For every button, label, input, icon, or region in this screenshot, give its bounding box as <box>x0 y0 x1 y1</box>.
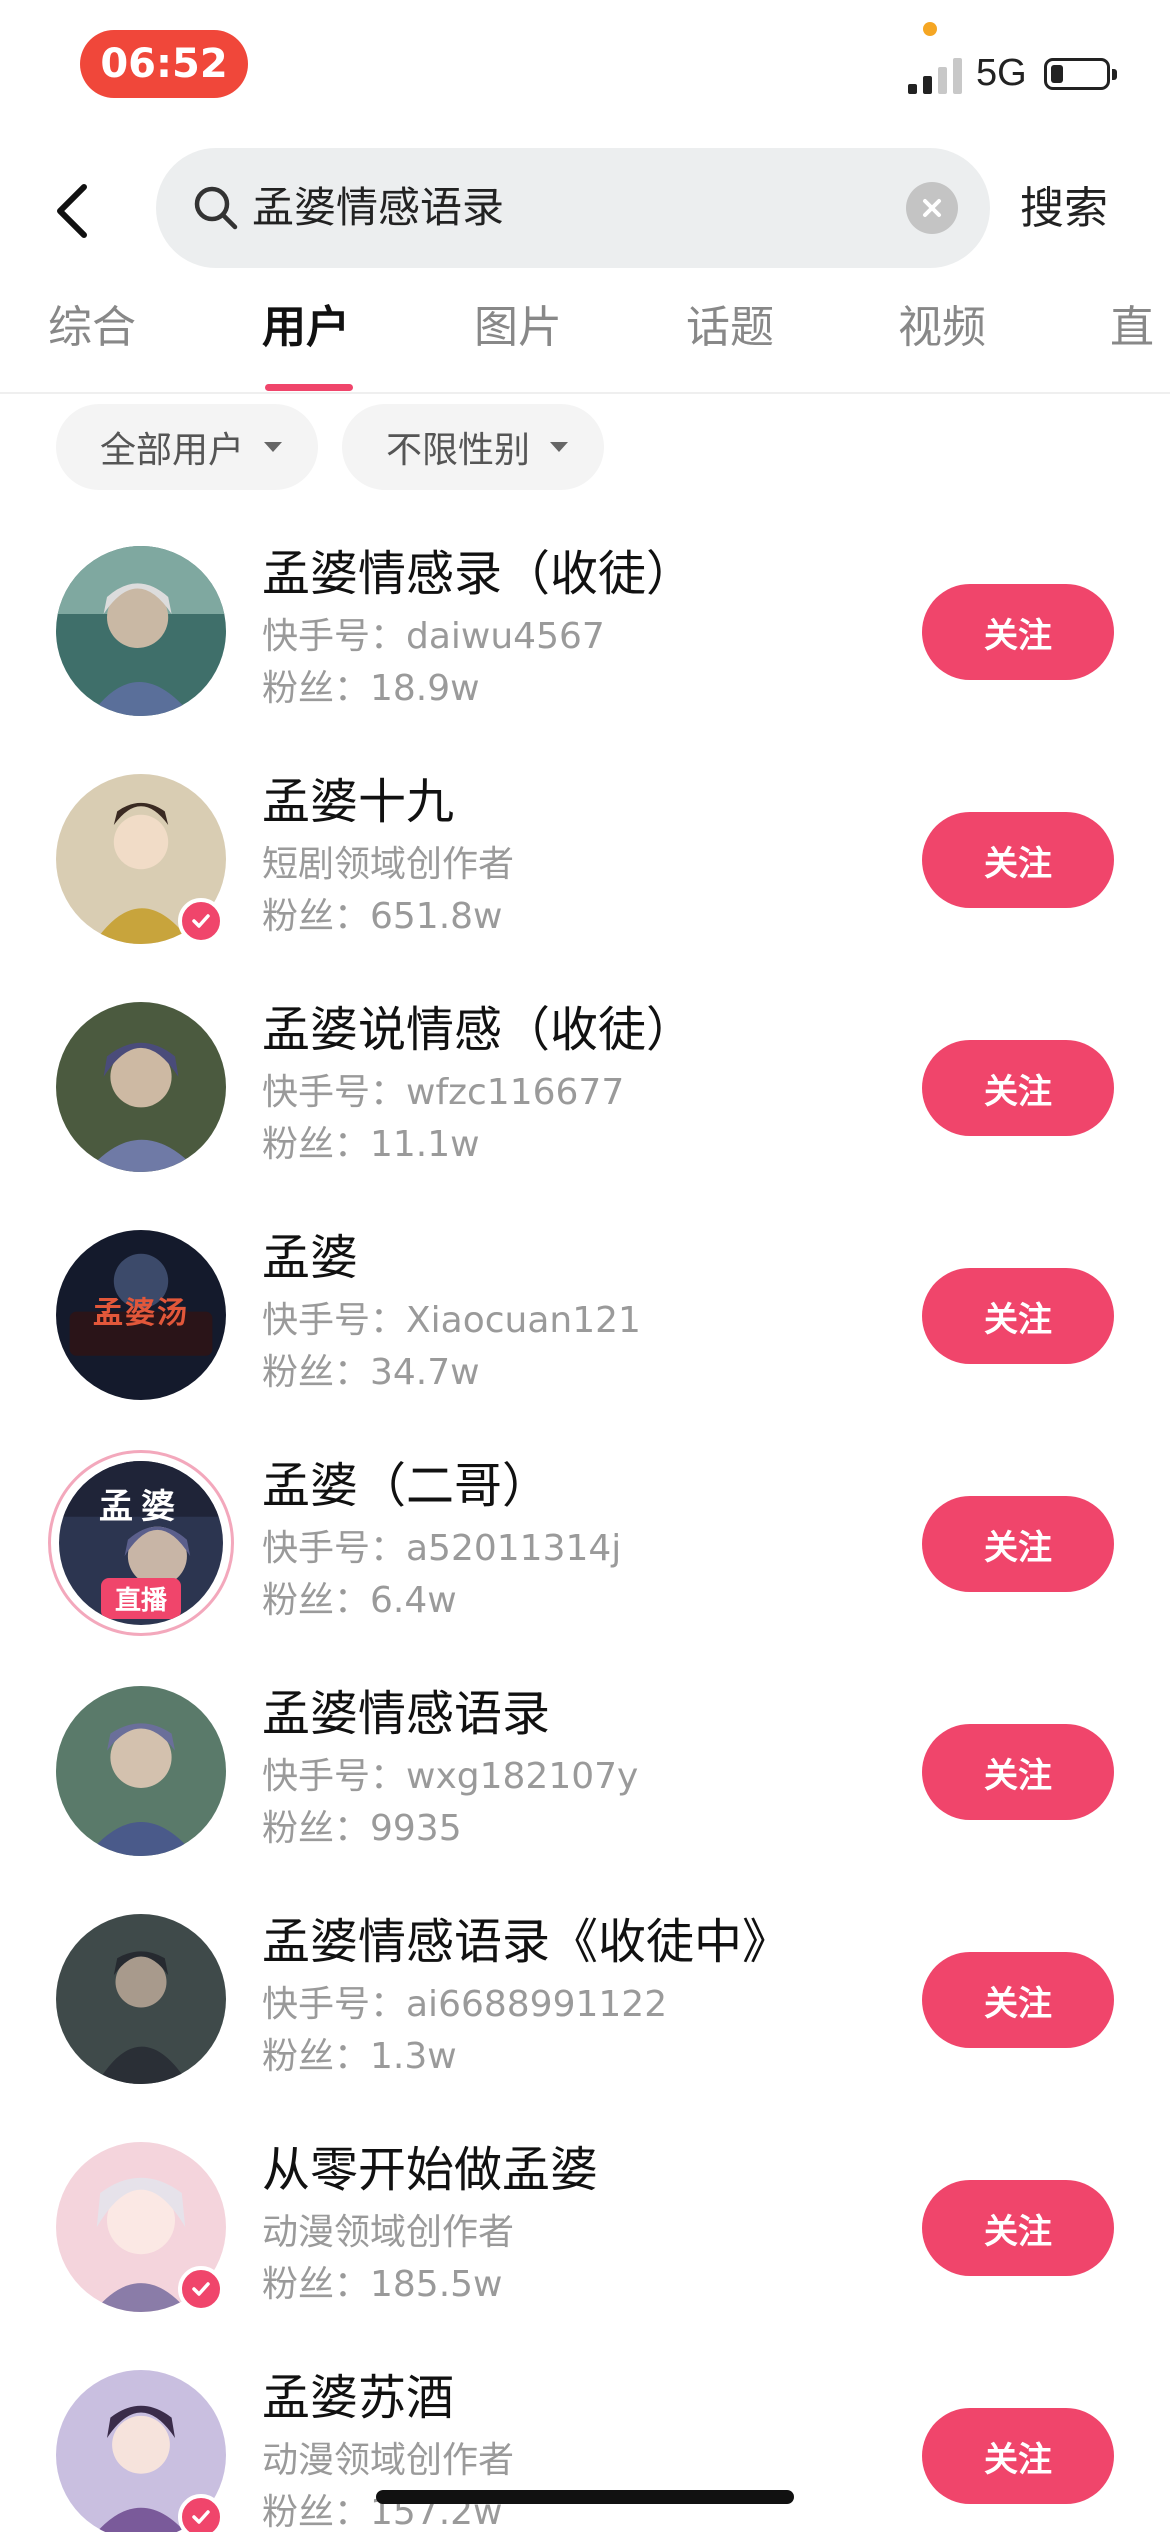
user-id: 快手号：a52011314j <box>262 1528 622 1569</box>
search-icon <box>194 186 238 230</box>
user-category: 动漫领域创作者 <box>262 2440 515 2481</box>
tab-comprehensive[interactable]: 综合 <box>48 298 136 358</box>
avatar[interactable] <box>56 1002 226 1172</box>
avatar-text: 孟婆汤 <box>93 1296 189 1331</box>
camera-indicator-icon <box>923 22 937 36</box>
verified-icon <box>178 2494 224 2532</box>
tab-images[interactable]: 图片 <box>474 298 562 358</box>
verified-icon <box>178 2266 224 2312</box>
fan-count: 粉丝：34.7w <box>262 1352 480 1393</box>
tab-users[interactable]: 用户 <box>262 298 350 358</box>
live-badge: 直播 <box>100 1578 182 1619</box>
status-bar: 06:52 5G <box>0 0 1170 130</box>
tab-live[interactable]: 直 <box>1110 298 1154 358</box>
avatar-image <box>56 546 226 716</box>
search-button[interactable]: 搜索 <box>1020 174 1108 244</box>
caret-down-icon <box>550 442 568 452</box>
user-name[interactable]: 孟婆情感语录《收徒中》 <box>262 1910 790 1974</box>
caret-down-icon <box>264 442 282 452</box>
user-id: 快手号：Xiaocuan121 <box>262 1300 641 1341</box>
clear-button[interactable] <box>906 182 958 234</box>
follow-button[interactable]: 关注 <box>922 1496 1114 1592</box>
avatar[interactable]: 孟婆 直播 <box>48 1450 234 1636</box>
user-row[interactable]: 孟婆 直播 孟婆（二哥） 快手号：a52011314j 粉丝：6.4w 关注 <box>0 1444 1170 1672</box>
result-tabs: 综合 用户 图片 话题 视频 直 <box>0 290 1170 394</box>
back-button[interactable] <box>42 176 102 246</box>
filter-bar: 全部用户 不限性别 <box>0 404 1170 490</box>
follow-button[interactable]: 关注 <box>922 812 1114 908</box>
tab-videos[interactable]: 视频 <box>898 298 986 358</box>
user-name[interactable]: 孟婆 <box>262 1226 358 1290</box>
search-query[interactable]: 孟婆情感语录 <box>252 178 504 238</box>
tab-topics[interactable]: 话题 <box>686 298 774 358</box>
filter-gender-label: 不限性别 <box>386 430 531 471</box>
user-id: 快手号：wfzc116677 <box>262 1072 625 1113</box>
clear-icon <box>923 199 941 217</box>
user-name[interactable]: 孟婆说情感（收徒） <box>262 998 694 1062</box>
fan-count: 粉丝：9935 <box>262 1808 462 1849</box>
user-row[interactable]: 孟婆说情感（收徒） 快手号：wfzc116677 粉丝：11.1w 关注 <box>0 988 1170 1216</box>
user-row[interactable]: 从零开始做孟婆 动漫领域创作者 粉丝：185.5w 关注 <box>0 2128 1170 2356</box>
network-label: 5G <box>976 52 1027 94</box>
user-name[interactable]: 孟婆苏酒 <box>262 2366 454 2430</box>
user-name[interactable]: 孟婆情感录（收徒） <box>262 542 694 606</box>
user-name[interactable]: 从零开始做孟婆 <box>262 2138 598 2202</box>
avatar-image <box>56 1914 226 2084</box>
user-category: 动漫领域创作者 <box>262 2212 515 2253</box>
home-indicator[interactable] <box>376 2490 794 2504</box>
user-id: 快手号：daiwu4567 <box>262 616 605 657</box>
user-name[interactable]: 孟婆情感语录 <box>262 1682 550 1746</box>
fan-count: 粉丝：18.9w <box>262 668 480 709</box>
follow-button[interactable]: 关注 <box>922 584 1114 680</box>
filter-gender[interactable]: 不限性别 <box>342 404 604 490</box>
follow-button[interactable]: 关注 <box>922 1268 1114 1364</box>
user-name[interactable]: 孟婆十九 <box>262 770 454 834</box>
signal-icon <box>908 56 962 94</box>
battery-icon <box>1044 58 1117 90</box>
user-row[interactable]: 孟婆情感录（收徒） 快手号：daiwu4567 粉丝：18.9w 关注 <box>0 532 1170 760</box>
fan-count: 粉丝：11.1w <box>262 1124 480 1165</box>
follow-button[interactable]: 关注 <box>922 1724 1114 1820</box>
user-id: 快手号：ai6688991122 <box>262 1984 668 2025</box>
status-time: 06:52 <box>80 30 248 98</box>
avatar[interactable] <box>56 546 226 716</box>
verified-icon <box>178 898 224 944</box>
fan-count: 粉丝：1.3w <box>262 2036 457 2077</box>
user-row[interactable]: 孟婆汤 孟婆 快手号：Xiaocuan121 粉丝：34.7w 关注 <box>0 1216 1170 1444</box>
fan-count: 粉丝：185.5w <box>262 2264 503 2305</box>
fan-count: 粉丝：6.4w <box>262 1580 457 1621</box>
search-input[interactable]: 孟婆情感语录 <box>156 148 990 268</box>
follow-button[interactable]: 关注 <box>922 2180 1114 2276</box>
user-row[interactable]: 孟婆情感语录《收徒中》 快手号：ai6688991122 粉丝：1.3w 关注 <box>0 1900 1170 2128</box>
user-name[interactable]: 孟婆（二哥） <box>262 1454 550 1518</box>
avatar-image <box>56 1002 226 1172</box>
user-id: 快手号：wxg182107y <box>262 1756 639 1797</box>
user-row[interactable]: 孟婆情感语录 快手号：wxg182107y 粉丝：9935 关注 <box>0 1672 1170 1900</box>
search-header: 孟婆情感语录 搜索 <box>0 140 1170 280</box>
filter-user-type[interactable]: 全部用户 <box>56 404 318 490</box>
avatar[interactable] <box>56 1686 226 1856</box>
user-row[interactable]: 孟婆苏酒 动漫领域创作者 粉丝：157.2w 关注 <box>0 2356 1170 2532</box>
user-category: 短剧领域创作者 <box>262 844 515 885</box>
avatar-text: 孟婆 <box>99 1487 183 1527</box>
avatar[interactable]: 孟婆汤 <box>56 1230 226 1400</box>
avatar[interactable] <box>56 1914 226 2084</box>
fan-count: 粉丝：651.8w <box>262 896 503 937</box>
avatar-image <box>56 1686 226 1856</box>
follow-button[interactable]: 关注 <box>922 2408 1114 2504</box>
follow-button[interactable]: 关注 <box>922 1952 1114 2048</box>
active-tab-indicator <box>265 384 353 391</box>
follow-button[interactable]: 关注 <box>922 1040 1114 1136</box>
filter-user-type-label: 全部用户 <box>100 430 245 471</box>
user-row[interactable]: 孟婆十九 短剧领域创作者 粉丝：651.8w 关注 <box>0 760 1170 988</box>
back-arrow-icon <box>57 184 87 238</box>
